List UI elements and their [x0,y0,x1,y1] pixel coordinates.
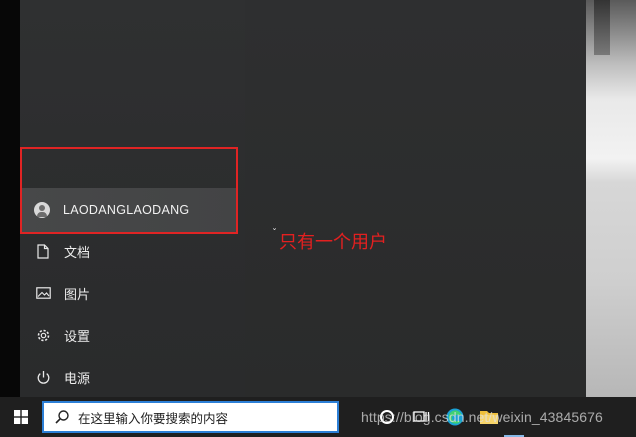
search-placeholder: 在这里输入你要搜索的内容 [78,410,229,426]
menu-item-label: 设置 [64,329,91,345]
menu-item-power[interactable]: 电源 [20,358,225,396]
watermark-text: https://blog.csdn.net/weixin_43845676 [361,409,603,425]
menu-item-label: 电源 [64,371,91,387]
left-edge-strip [0,0,20,397]
start-button[interactable] [0,397,42,437]
menu-item-label: 文档 [64,245,91,261]
annotation-highlight-box [20,147,238,234]
pictures-icon [35,285,51,301]
document-icon [35,243,51,259]
menu-item-settings[interactable]: 设置 [20,316,225,354]
power-icon [35,369,51,385]
menu-item-pictures[interactable]: 图片 [20,274,225,312]
chevron-down-icon: ˇ [272,228,277,239]
desktop-wallpaper [586,0,636,397]
start-menu-tiles-area [245,0,586,397]
menu-item-documents[interactable]: 文档 [20,232,225,270]
menu-item-label: 图片 [64,287,91,303]
search-icon [55,410,69,424]
gear-icon [35,327,51,343]
windows-logo-icon [14,410,28,424]
taskbar-search-box[interactable]: 在这里输入你要搜索的内容 [42,401,339,433]
annotation-text: 只有一个用户 [279,232,387,253]
wallpaper-dark-streak [594,0,610,55]
